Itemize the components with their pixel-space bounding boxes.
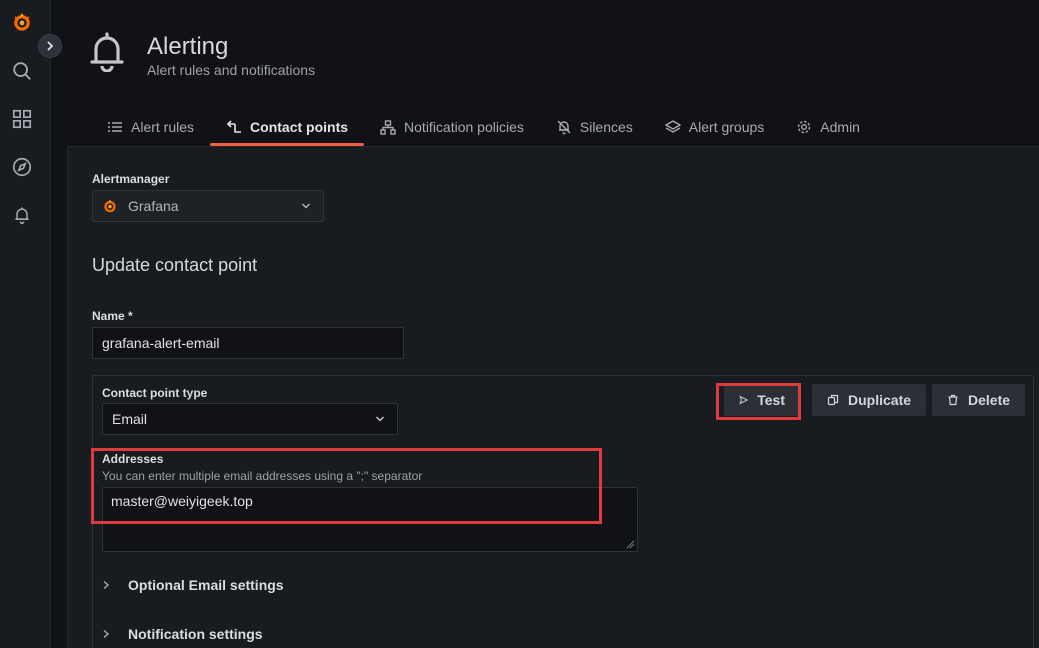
- chevron-down-icon: [301, 203, 311, 209]
- chevron-right-icon: [103, 629, 110, 639]
- contact-point-type-label: Contact point type: [102, 386, 208, 400]
- trash-icon: [948, 394, 958, 406]
- tab-label: Alert rules: [131, 119, 195, 135]
- optional-email-settings-label: Optional Email settings: [128, 577, 284, 593]
- test-button-highlight: [716, 383, 801, 420]
- chevron-right-icon: [47, 41, 54, 51]
- tab-notification-policies[interactable]: Notification policies: [364, 110, 540, 144]
- tab-contact-points[interactable]: Contact points: [210, 110, 365, 146]
- alerting-bell-icon[interactable]: [10, 203, 34, 227]
- notification-settings-toggle[interactable]: Notification settings: [102, 626, 263, 642]
- alertmanager-select[interactable]: Grafana: [92, 190, 324, 222]
- name-label: Name *: [92, 309, 133, 323]
- grafana-logo-icon: [104, 199, 116, 213]
- duplicate-button-label: Duplicate: [848, 392, 912, 408]
- bell-slash-icon: [557, 120, 571, 135]
- delete-button[interactable]: Delete: [932, 384, 1026, 416]
- layers-icon: [664, 119, 681, 133]
- duplicate-button[interactable]: Duplicate: [812, 384, 927, 416]
- search-icon[interactable]: [10, 59, 34, 83]
- name-input[interactable]: grafana-alert-email: [92, 327, 404, 359]
- form-heading: Update contact point: [92, 255, 258, 275]
- sidebar-expand-button[interactable]: [38, 34, 62, 58]
- tab-alert-rules[interactable]: Alert rules: [91, 110, 210, 144]
- tab-silences[interactable]: Silences: [540, 110, 649, 144]
- tab-label: Admin: [820, 119, 860, 135]
- tab-bar: Alert rules Contact points Notification …: [91, 110, 876, 146]
- explore-compass-icon[interactable]: [10, 155, 34, 179]
- copy-icon: [827, 394, 839, 406]
- tab-alert-groups[interactable]: Alert groups: [649, 110, 780, 144]
- contact-point-type-select[interactable]: Email: [102, 403, 398, 435]
- dashboards-icon[interactable]: [10, 107, 34, 131]
- alertmanager-label: Alertmanager: [92, 172, 170, 186]
- optional-email-settings-toggle[interactable]: Optional Email settings: [102, 577, 284, 593]
- contact-point-panel: Alertmanager Grafana Update contact poin…: [67, 146, 1039, 648]
- page-subtitle: Alert rules and notifications: [147, 62, 316, 78]
- chevron-down-icon: [375, 416, 385, 422]
- chevron-right-icon: [103, 580, 110, 590]
- tab-label: Alert groups: [688, 119, 765, 135]
- tab-label: Notification policies: [404, 119, 524, 135]
- delete-button-label: Delete: [968, 392, 1011, 408]
- tab-label: Silences: [579, 119, 633, 135]
- cog-icon: [798, 120, 811, 134]
- alertmanager-value: Grafana: [128, 198, 179, 214]
- tab-admin[interactable]: Admin: [780, 110, 876, 144]
- page-header: Alerting Alert rules and notifications A…: [51, 0, 1039, 148]
- contact-points-icon: [226, 120, 242, 133]
- sitemap-icon: [380, 119, 396, 135]
- resize-handle-icon[interactable]: [625, 539, 635, 549]
- addresses-highlight: [91, 448, 602, 524]
- alerting-bell-icon: [90, 32, 124, 72]
- page-title: Alerting: [147, 33, 229, 60]
- notification-settings-label: Notification settings: [128, 626, 263, 642]
- tab-label: Contact points: [250, 119, 349, 135]
- list-icon: [108, 122, 122, 132]
- sidebar: [0, 0, 51, 648]
- grafana-logo-icon[interactable]: [10, 10, 34, 34]
- contact-point-type-value: Email: [112, 411, 148, 427]
